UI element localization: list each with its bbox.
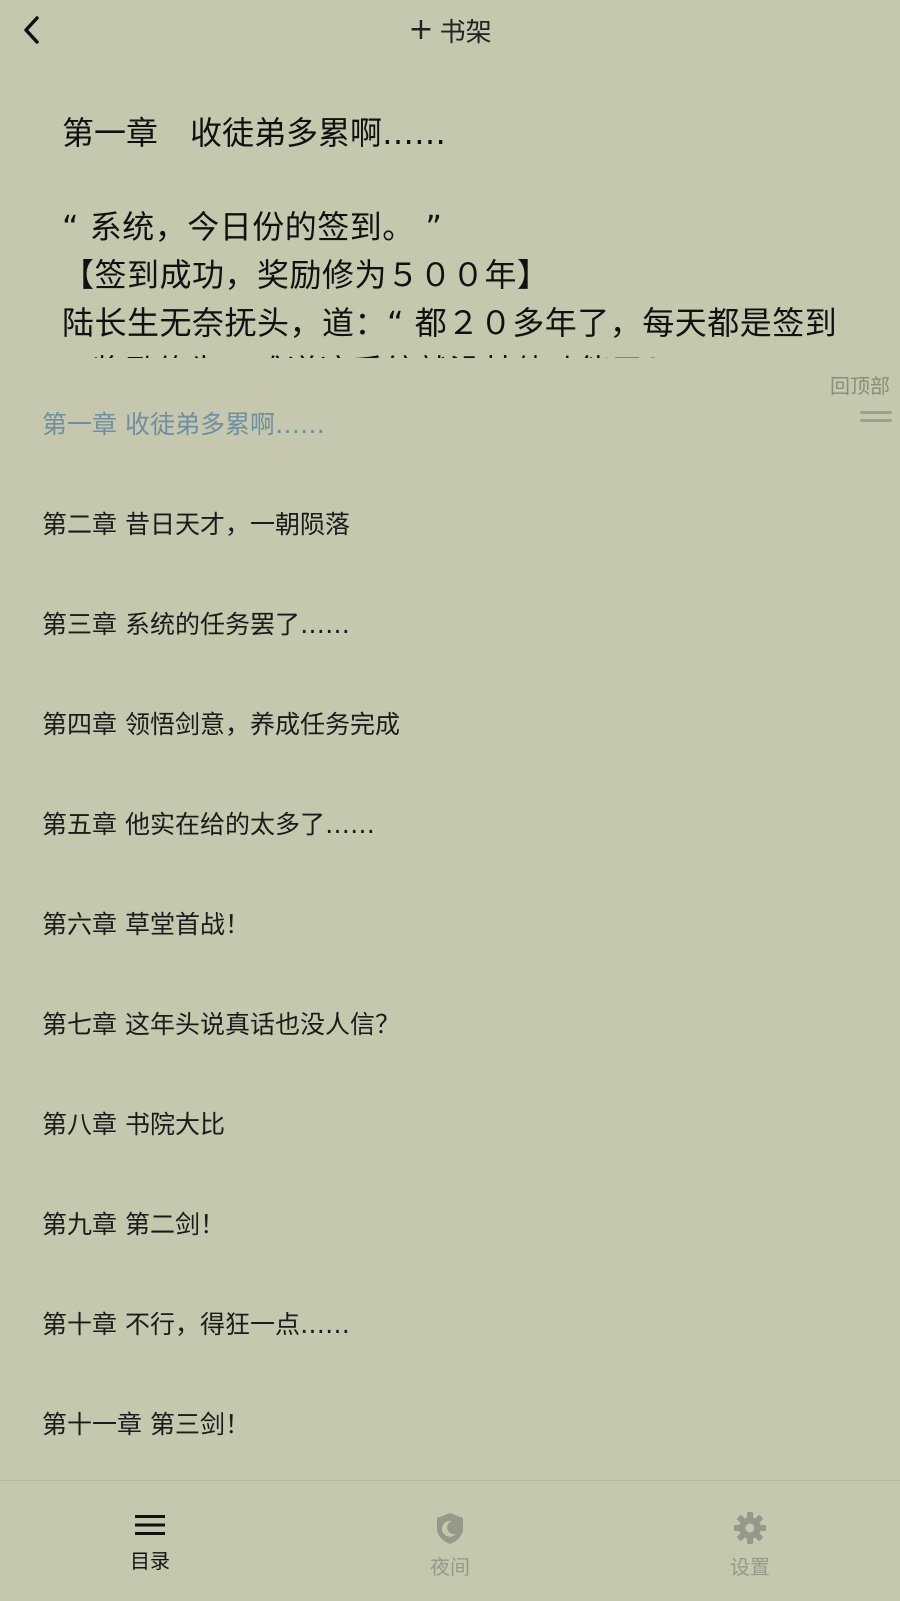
plus-icon: + xyxy=(408,12,434,47)
menu-icon xyxy=(135,1515,165,1535)
night-mode-icon xyxy=(437,1513,463,1544)
toc-item[interactable]: 第三章 系统的任务罢了…… xyxy=(42,605,350,641)
paragraph: 陆长生无奈抚头，道：“ 都２０多年了，每天都是签到 xyxy=(62,304,838,342)
bottom-tab-bar: 目录 夜间 设置 xyxy=(0,1480,900,1601)
chapter-title: 第一章 收徒弟多累啊…… xyxy=(62,114,447,152)
toc-item[interactable]: 第四章 领悟剑意，养成任务完成 xyxy=(42,705,400,741)
chevron-left-icon xyxy=(24,16,39,44)
paragraph: “ 系统，今日份的签到。 ” xyxy=(62,208,443,246)
top-bar: + 书架 xyxy=(0,0,900,62)
toc-item[interactable]: 第十章 不行，得狂一点…… xyxy=(42,1305,350,1341)
toc-item[interactable]: 第八章 书院大比 xyxy=(42,1105,225,1141)
table-of-contents: 第一章 收徒弟多累啊…… 第二章 昔日天才，一朝陨落 第三章 系统的任务罢了……… xyxy=(0,375,900,1480)
bookshelf-label: 书架 xyxy=(439,17,492,48)
tab-night-mode[interactable]: 夜间 xyxy=(390,1511,510,1580)
toc-item[interactable]: 第一章 收徒弟多累啊…… xyxy=(42,405,325,441)
tab-contents[interactable]: 目录 xyxy=(90,1511,210,1574)
tab-settings[interactable]: 设置 xyxy=(690,1511,810,1580)
reader-content: 第一章 收徒弟多累啊…… “ 系统，今日份的签到。 ” 【签到成功，奖励修为５０… xyxy=(0,62,900,358)
gear-icon xyxy=(734,1512,766,1544)
toc-item[interactable]: 第七章 这年头说真话也没人信？ xyxy=(42,1005,400,1041)
paragraph: 【签到成功，奖励修为５００年】 xyxy=(62,256,550,294)
toc-item[interactable]: 第十一章 第三剑！ xyxy=(42,1405,250,1441)
tab-label: 目录 xyxy=(130,1549,170,1573)
toc-item[interactable]: 第二章 昔日天才，一朝陨落 xyxy=(42,505,350,541)
back-button[interactable] xyxy=(14,12,50,48)
tab-label: 设置 xyxy=(730,1555,770,1579)
toc-item[interactable]: 第六章 草堂首战！ xyxy=(42,905,250,941)
paragraph: 奖励修为，难道这系统就没其他功能了？ ” xyxy=(92,346,705,358)
toc-item[interactable]: 第五章 他实在给的太多了…… xyxy=(42,805,375,841)
add-to-bookshelf-button[interactable]: + 书架 xyxy=(370,12,530,48)
tab-label: 夜间 xyxy=(430,1555,470,1579)
drag-handle-icon[interactable] xyxy=(860,411,892,425)
toc-item[interactable]: 第九章 第二剑！ xyxy=(42,1205,225,1241)
